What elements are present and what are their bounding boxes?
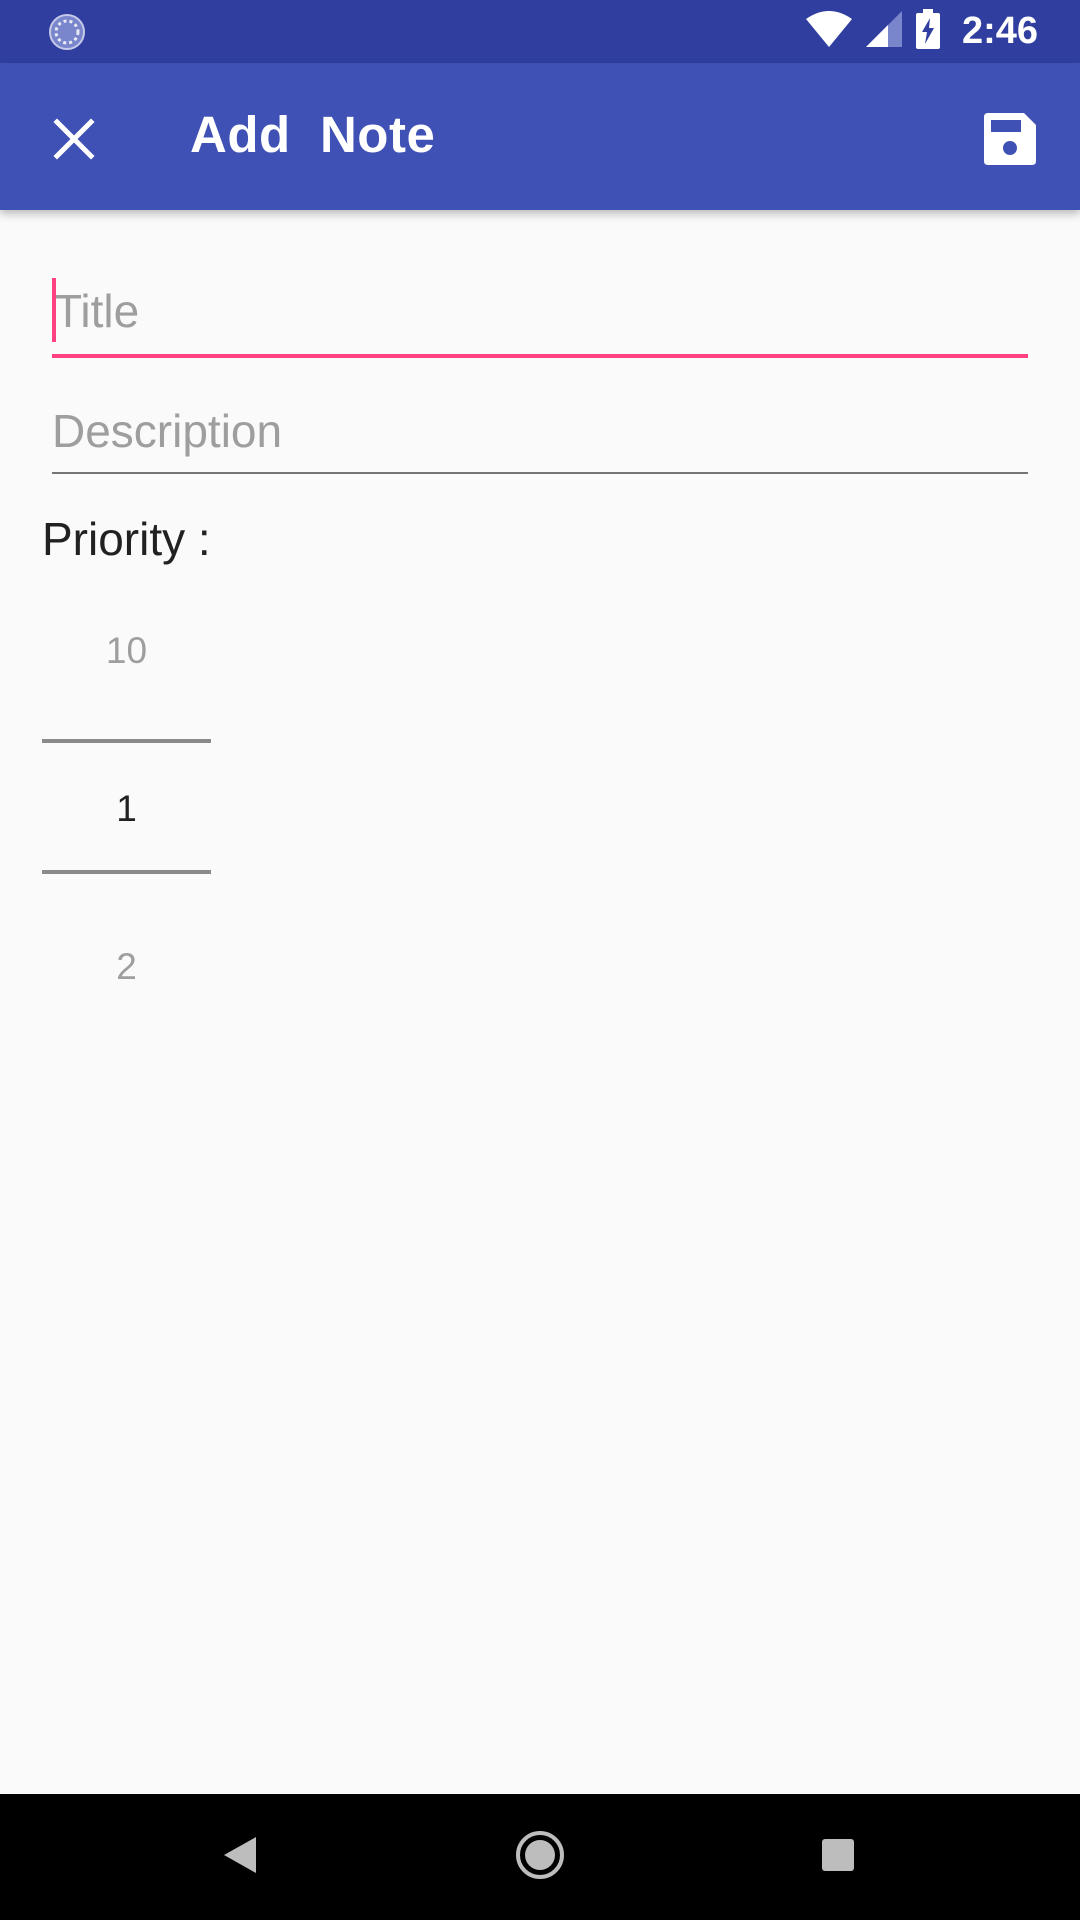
save-icon	[984, 112, 1036, 170]
close-icon	[53, 117, 95, 165]
sync-icon	[48, 13, 86, 51]
picker-item-selected[interactable]: 1	[42, 788, 211, 830]
priority-label: Priority :	[42, 513, 211, 565]
home-icon	[515, 1830, 565, 1885]
status-bar: 2:46	[0, 0, 1080, 63]
save-button[interactable]	[962, 93, 1058, 189]
picker-divider-bottom	[42, 870, 211, 874]
text-cursor	[52, 278, 56, 342]
title-field[interactable]	[52, 276, 1030, 358]
back-icon	[222, 1835, 258, 1880]
add-note-screen: 2:46 Add Note Title Description Priority…	[0, 0, 1080, 1920]
description-underline	[52, 472, 1028, 474]
signal-icon	[865, 11, 902, 52]
wifi-icon	[805, 11, 852, 52]
status-time: 2:46	[961, 10, 1038, 52]
navigation-bar	[0, 1794, 1080, 1920]
picker-divider-top	[42, 739, 211, 743]
page-title: Add Note	[190, 106, 436, 163]
close-button[interactable]	[32, 99, 116, 183]
picker-item-previous[interactable]: 10	[42, 630, 211, 672]
description-field[interactable]	[52, 396, 1028, 474]
priority-number-picker[interactable]: 10 1 2	[42, 590, 211, 1010]
title-underline	[52, 354, 1028, 358]
back-button[interactable]	[200, 1817, 280, 1897]
home-button[interactable]	[500, 1817, 580, 1897]
picker-item-next[interactable]: 2	[42, 946, 211, 988]
battery-charging-icon	[915, 9, 940, 54]
recents-icon	[820, 1837, 856, 1878]
recents-button[interactable]	[798, 1817, 878, 1897]
description-input[interactable]	[52, 396, 1028, 466]
app-bar: Add Note	[0, 63, 1080, 210]
status-icons: 2:46	[805, 0, 1038, 63]
title-input[interactable]	[52, 276, 1030, 346]
